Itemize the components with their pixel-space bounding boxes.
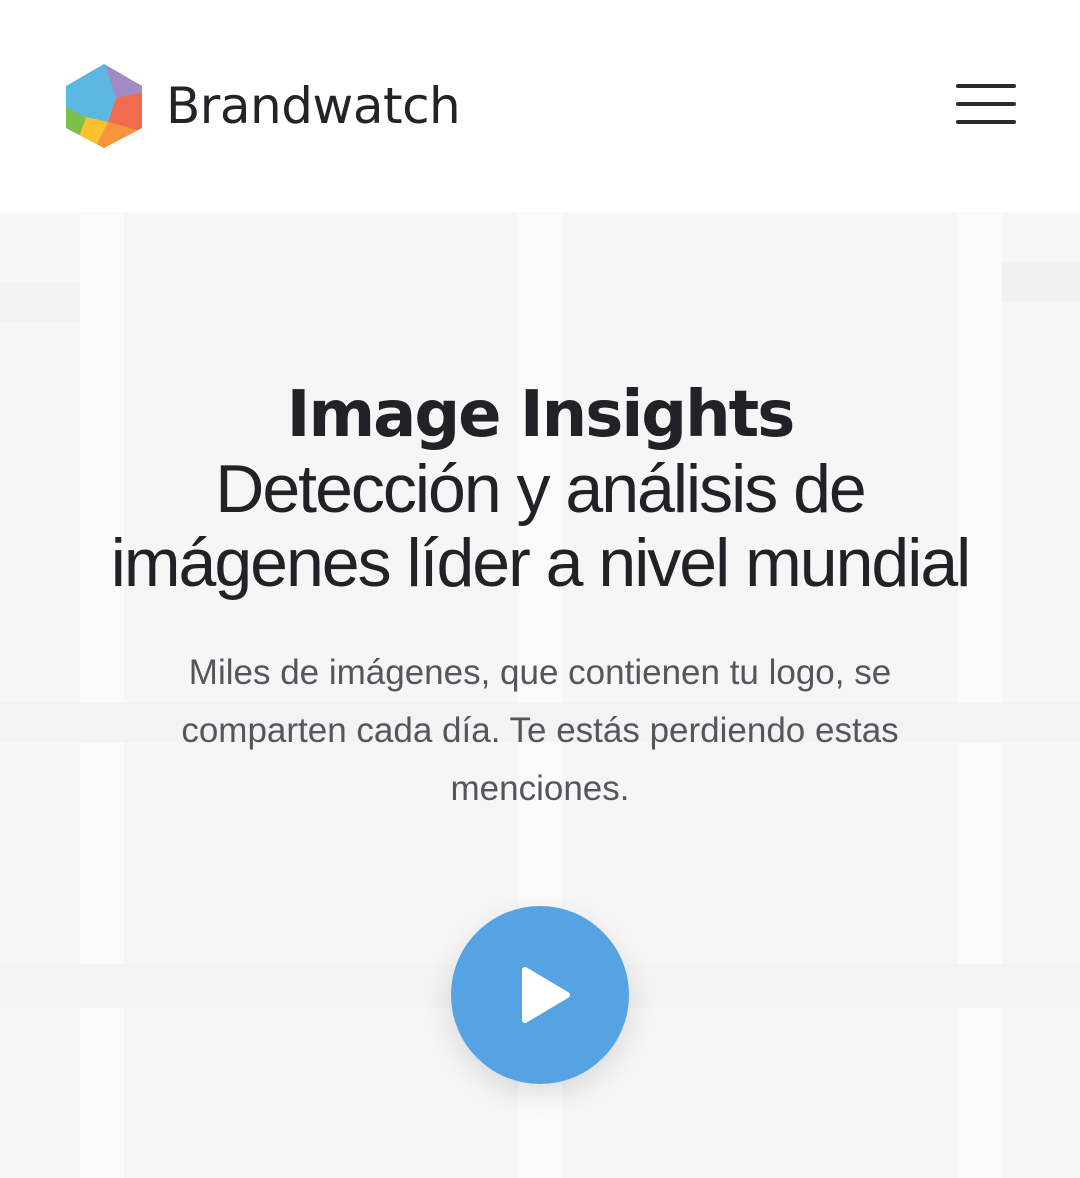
hamburger-menu-icon[interactable] bbox=[956, 84, 1016, 128]
hero-bg-decoration bbox=[1002, 262, 1080, 302]
hero-bg-decoration bbox=[958, 212, 1002, 1178]
brand-name: Brandwatch bbox=[166, 77, 461, 135]
brand-logo-link[interactable]: Brandwatch bbox=[64, 62, 461, 150]
menu-bar-bottom bbox=[956, 120, 1016, 124]
page-title: Image Insights bbox=[286, 378, 796, 452]
lead-text: Miles de imágenes, que contienen tu logo… bbox=[181, 653, 899, 808]
subtitle-line: Detección y análisis de bbox=[215, 451, 866, 527]
site-header: Brandwatch bbox=[0, 0, 1080, 212]
subtitle-line: imágenes líder a nivel mundial bbox=[110, 525, 972, 601]
hero-bg-decoration bbox=[80, 212, 124, 1178]
menu-bar-middle bbox=[956, 102, 1016, 106]
play-video-button[interactable] bbox=[451, 906, 629, 1084]
menu-bar-top bbox=[956, 84, 1016, 88]
hero-bg-decoration bbox=[0, 282, 80, 322]
hero-section: Image Insights Detección y análisis de i… bbox=[0, 212, 1080, 1178]
play-icon bbox=[522, 967, 570, 1023]
page-subtitle: Detección y análisis de imágenes líder a… bbox=[40, 452, 1040, 600]
hexagon-logo-icon bbox=[66, 64, 142, 148]
